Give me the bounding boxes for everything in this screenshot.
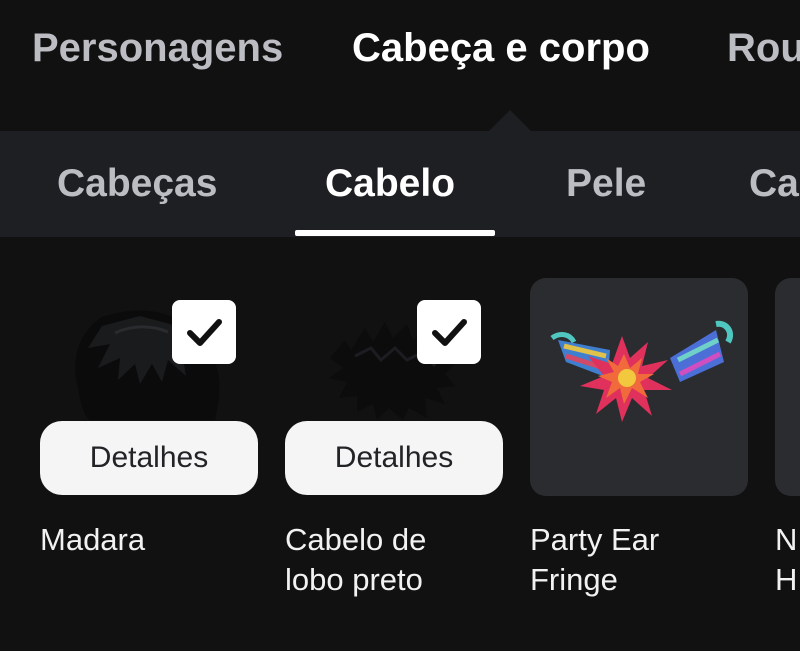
details-button[interactable]: Detalhes [285, 421, 503, 495]
checkmark-icon [187, 319, 222, 346]
checkmark-icon [432, 319, 467, 346]
selected-checkbox[interactable] [172, 300, 236, 364]
active-tab-caret [488, 110, 532, 132]
item-card-madara[interactable]: Detalhes Madara [40, 278, 258, 557]
tab-roupas[interactable]: Rou [727, 26, 800, 71]
item-name: Party Ear Fringe [530, 522, 660, 597]
item-thumbnail[interactable] [530, 278, 748, 496]
tab-cara[interactable]: Ca [749, 162, 799, 206]
tab-personagens[interactable]: Personagens [32, 26, 283, 71]
item-name: Madara [40, 522, 146, 557]
selected-checkbox[interactable] [417, 300, 481, 364]
tab-cabeca-e-corpo[interactable]: Cabeça e corpo [352, 26, 650, 71]
tab-cabecas[interactable]: Cabeças [57, 162, 217, 206]
tab-pele[interactable]: Pele [566, 162, 646, 206]
item-card-party-ear-fringe[interactable]: Party Ear Fringe [530, 278, 748, 597]
category-tabs: Personagens Cabeça e corpo Rou [0, 0, 800, 132]
item-card-partial[interactable]: N H [775, 278, 800, 597]
active-subtab-underline [295, 230, 495, 236]
item-thumbnail[interactable] [775, 278, 800, 496]
item-thumbnail[interactable]: Detalhes [285, 278, 503, 496]
item-card-cabelo-de-lobo-preto[interactable]: Detalhes Cabelo de lobo preto [285, 278, 503, 597]
item-thumbnail[interactable]: Detalhes [40, 278, 258, 496]
item-name: Cabelo de lobo preto [285, 522, 427, 597]
tab-cabelo[interactable]: Cabelo [325, 162, 455, 206]
party-ear-fringe-image [550, 320, 734, 422]
subcategory-tabs: Cabeças Cabelo Pele Ca [0, 131, 800, 237]
avatar-editor: Personagens Cabeça e corpo Rou Cabeças C… [0, 0, 800, 651]
details-button[interactable]: Detalhes [40, 421, 258, 495]
item-name: N H [775, 522, 798, 597]
